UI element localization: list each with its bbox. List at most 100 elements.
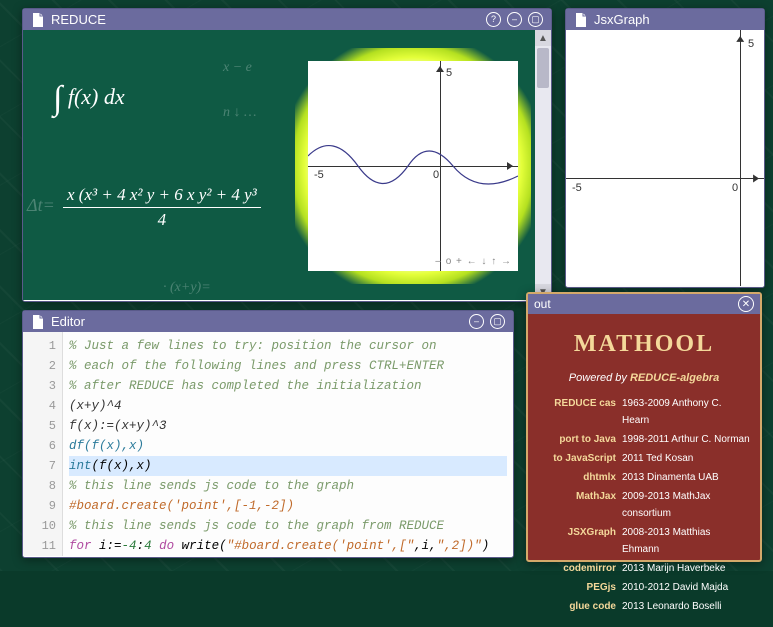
line-number: 6 bbox=[23, 436, 56, 456]
credit-value: 1998-2011 Arthur C. Norman bbox=[622, 431, 750, 448]
credit-value: 2013 Marijn Haverbeke bbox=[622, 560, 750, 577]
code-line[interactable]: % each of the following lines and press … bbox=[69, 356, 507, 376]
code-area[interactable]: % Just a few lines to try: position the … bbox=[63, 332, 513, 556]
credit-value: 2011 Ted Kosan bbox=[622, 450, 750, 467]
scroll-up-icon[interactable]: ▲ bbox=[535, 30, 551, 46]
editor-window: Editor – ▢ 1234567891011 % Just a few li… bbox=[22, 310, 514, 558]
y-max-label: 5 bbox=[446, 67, 452, 79]
line-number: 10 bbox=[23, 516, 56, 536]
scroll-thumb[interactable] bbox=[537, 48, 549, 88]
credit-row: PEGjs 2010-2012 David Majda bbox=[538, 579, 750, 596]
credit-key: JSXGraph bbox=[538, 524, 616, 558]
document-icon bbox=[31, 315, 45, 329]
code-line[interactable]: f(x):=(x+y)^3 bbox=[69, 416, 507, 436]
fraction-expression: x (x³ + 4 x² y + 6 x y² + 4 y³ 4 bbox=[63, 185, 261, 230]
credit-row: codemirror 2013 Marijn Haverbeke bbox=[538, 560, 750, 577]
jsx-title: JsxGraph bbox=[594, 12, 650, 27]
credit-value: 2009-2013 MathJax consortium bbox=[622, 488, 750, 522]
jsxgraph-window: JsxGraph -5 0 5 bbox=[565, 8, 765, 288]
fraction-numerator: x (x³ + 4 x² y + 6 x y² + 4 y³ bbox=[63, 185, 261, 208]
inline-plot: -5 0 5 – o + ← ↓ ↑ → bbox=[295, 48, 531, 284]
line-number: 5 bbox=[23, 416, 56, 436]
reduce-window: REDUCE ? – ▢ x − e n ↓ … Δt= · (x+y)= ∫ … bbox=[22, 8, 552, 302]
line-number: 1 bbox=[23, 336, 56, 356]
credit-key: codemirror bbox=[538, 560, 616, 577]
chalk-decor: Δt= bbox=[27, 195, 55, 216]
subtitle-prefix: Powered by bbox=[569, 372, 630, 384]
code-line[interactable]: % this line sends js code to the graph bbox=[69, 476, 507, 496]
reduce-title: REDUCE bbox=[51, 12, 106, 27]
origin-label: 0 bbox=[732, 182, 738, 194]
credit-row: JSXGraph 2008-2013 Matthias Ehmann bbox=[538, 524, 750, 558]
credit-row: REDUCE cas 1963-2009 Anthony C. Hearn bbox=[538, 395, 750, 429]
credit-value: 2013 Dinamenta UAB bbox=[622, 469, 750, 486]
line-number: 3 bbox=[23, 376, 56, 396]
code-line[interactable]: #board.create('point',[-1,-2]) bbox=[69, 496, 507, 516]
credit-row: port to Java 1998-2011 Arthur C. Norman bbox=[538, 431, 750, 448]
line-number: 11 bbox=[23, 536, 56, 556]
about-titlebar[interactable]: out ✕ bbox=[528, 294, 760, 314]
origin-label: 0 bbox=[433, 169, 439, 181]
x-min-label: -5 bbox=[314, 169, 324, 181]
line-number: 2 bbox=[23, 356, 56, 376]
maximize-button[interactable]: ▢ bbox=[490, 314, 505, 329]
line-number: 4 bbox=[23, 396, 56, 416]
reduce-body: x − e n ↓ … Δt= · (x+y)= ∫ f(x) dx x (x³… bbox=[23, 30, 551, 300]
credit-key: to JavaScript bbox=[538, 450, 616, 467]
about-body: MATHOOL Powered by REDUCE-algebra REDUCE… bbox=[528, 314, 760, 627]
x-min-label: -5 bbox=[572, 182, 582, 194]
editor-title: Editor bbox=[51, 314, 85, 329]
maximize-button[interactable]: ▢ bbox=[528, 12, 543, 27]
about-panel: out ✕ MATHOOL Powered by REDUCE-algebra … bbox=[526, 292, 762, 562]
jsx-plot-area[interactable]: -5 0 5 bbox=[566, 30, 764, 286]
editor-body[interactable]: 1234567891011 % Just a few lines to try:… bbox=[23, 332, 513, 556]
help-button[interactable]: ? bbox=[486, 12, 501, 27]
editor-titlebar[interactable]: Editor – ▢ bbox=[23, 311, 513, 332]
code-line[interactable]: df(f(x),x) bbox=[69, 436, 507, 456]
close-button[interactable]: ✕ bbox=[738, 296, 754, 312]
credit-value: 2013 Leonardo Boselli bbox=[622, 598, 750, 615]
minimize-button[interactable]: – bbox=[469, 314, 484, 329]
code-line[interactable]: % this line sends js code to the graph f… bbox=[69, 516, 507, 536]
y-max-label: 5 bbox=[748, 38, 754, 50]
credit-value: 2008-2013 Matthias Ehmann bbox=[622, 524, 750, 558]
chalk-decor: x − e bbox=[223, 60, 252, 76]
code-line[interactable]: (x+y)^4 bbox=[69, 396, 507, 416]
sine-curve bbox=[308, 61, 518, 271]
credit-key: PEGjs bbox=[538, 579, 616, 596]
fraction-denominator: 4 bbox=[63, 208, 261, 230]
credits-list: REDUCE cas 1963-2009 Anthony C. Hearn po… bbox=[538, 395, 750, 615]
minimize-button[interactable]: – bbox=[507, 12, 522, 27]
reduce-titlebar[interactable]: REDUCE ? – ▢ bbox=[23, 9, 551, 30]
chalk-decor: n ↓ … bbox=[223, 105, 256, 121]
subtitle-highlight: REDUCE-algebra bbox=[630, 372, 719, 384]
credit-row: dhtmlx 2013 Dinamenta UAB bbox=[538, 469, 750, 486]
document-icon bbox=[31, 13, 45, 27]
app-subtitle: Powered by REDUCE-algebra bbox=[538, 369, 750, 388]
plot-controls[interactable]: – o + ← ↓ ↑ → bbox=[435, 256, 512, 267]
line-number: 9 bbox=[23, 496, 56, 516]
line-gutter: 1234567891011 bbox=[23, 332, 63, 556]
credit-key: REDUCE cas bbox=[538, 395, 616, 429]
credit-value: 2010-2012 David Majda bbox=[622, 579, 750, 596]
credit-key: glue code bbox=[538, 598, 616, 615]
jsx-titlebar[interactable]: JsxGraph bbox=[566, 9, 764, 30]
code-line[interactable]: for i:=-4:4 do write("#board.create('poi… bbox=[69, 536, 507, 556]
credit-key: MathJax bbox=[538, 488, 616, 522]
code-line[interactable]: % Just a few lines to try: position the … bbox=[69, 336, 507, 356]
code-line[interactable]: % after REDUCE has completed the initial… bbox=[69, 376, 507, 396]
document-icon bbox=[574, 13, 588, 27]
axis-arrows bbox=[566, 30, 764, 285]
scrollbar[interactable]: ▲ ▼ bbox=[535, 30, 551, 300]
integral-expression: ∫ f(x) dx bbox=[53, 80, 125, 118]
credit-row: to JavaScript 2011 Ted Kosan bbox=[538, 450, 750, 467]
credit-key: dhtmlx bbox=[538, 469, 616, 486]
line-number: 8 bbox=[23, 476, 56, 496]
chalk-decor: · (x+y)= bbox=[163, 280, 211, 296]
about-tab-label: out bbox=[534, 297, 551, 311]
credit-value: 1963-2009 Anthony C. Hearn bbox=[622, 395, 750, 429]
line-number: 7 bbox=[23, 456, 56, 476]
code-line[interactable]: int(f(x),x) bbox=[69, 456, 507, 476]
credit-key: port to Java bbox=[538, 431, 616, 448]
plot-area[interactable]: -5 0 5 – o + ← ↓ ↑ → bbox=[308, 61, 518, 271]
